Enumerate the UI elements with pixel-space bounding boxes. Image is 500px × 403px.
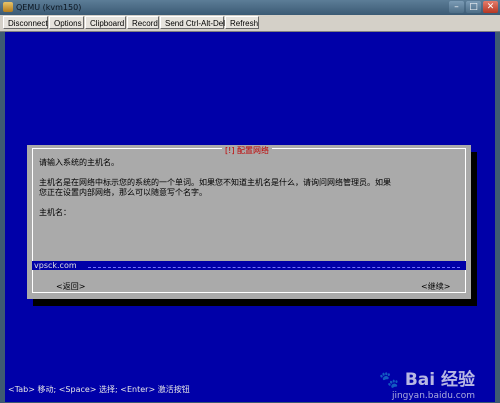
- hostname-value: vpsck.com: [34, 261, 77, 270]
- send-ctrl-alt-del-button[interactable]: Send Ctrl-Alt-Del: [160, 16, 225, 29]
- prompt-line-2: 主机名是在网络中标示您的系统的一个单词。如果您不知道主机名是什么，请询问网络管理…: [39, 178, 391, 187]
- refresh-button[interactable]: Refresh: [225, 16, 259, 29]
- vm-console-screen[interactable]: [!] 配置网络 请输入系统的主机名。 主机名是在网络中标示您的系统的一个单词。…: [5, 32, 495, 402]
- dialog-frame: [!] 配置网络: [32, 146, 466, 293]
- hostname-label: 主机名：: [39, 208, 71, 217]
- window-title: QEMU (kvm150): [16, 3, 82, 12]
- minimize-button[interactable]: –: [449, 1, 464, 13]
- record-button[interactable]: Record: [127, 16, 159, 29]
- dialog-title: [!] 配置网络: [222, 146, 272, 156]
- back-button[interactable]: <返回>: [56, 282, 85, 292]
- maximize-button[interactable]: □: [466, 1, 481, 13]
- continue-button[interactable]: <继续>: [421, 282, 450, 292]
- baidu-jingyan-logo: 🐾 Bai 经验: [379, 370, 475, 390]
- options-button[interactable]: Options: [49, 16, 84, 29]
- configure-network-dialog: [!] 配置网络 请输入系统的主机名。 主机名是在网络中标示您的系统的一个单词。…: [27, 145, 471, 299]
- paw-icon: 🐾: [378, 370, 399, 389]
- prompt-line-1: 请输入系统的主机名。: [39, 158, 119, 167]
- clipboard-button[interactable]: Clipboard: [85, 16, 126, 29]
- field-fill-line: [88, 267, 460, 268]
- window-titlebar[interactable]: QEMU (kvm150) – □ ✕: [0, 0, 500, 15]
- qemu-app-icon: [3, 2, 13, 12]
- prompt-line-3: 您正在设置内部网络，那么可以随意写个名字。: [39, 188, 207, 197]
- close-button[interactable]: ✕: [483, 1, 498, 13]
- watermark-url: jingyan.baidu.com: [391, 391, 475, 401]
- disconnect-button[interactable]: Disconnect: [3, 16, 48, 29]
- hostname-input[interactable]: vpsck.com: [32, 261, 466, 270]
- watermark-logo-text: Bai 经验: [404, 370, 475, 390]
- keyboard-hint-bar: <Tab> 移动; <Space> 选择; <Enter> 激活按钮: [8, 385, 190, 394]
- vnc-toolbar: Disconnect Options Clipboard Record Send…: [0, 15, 500, 32]
